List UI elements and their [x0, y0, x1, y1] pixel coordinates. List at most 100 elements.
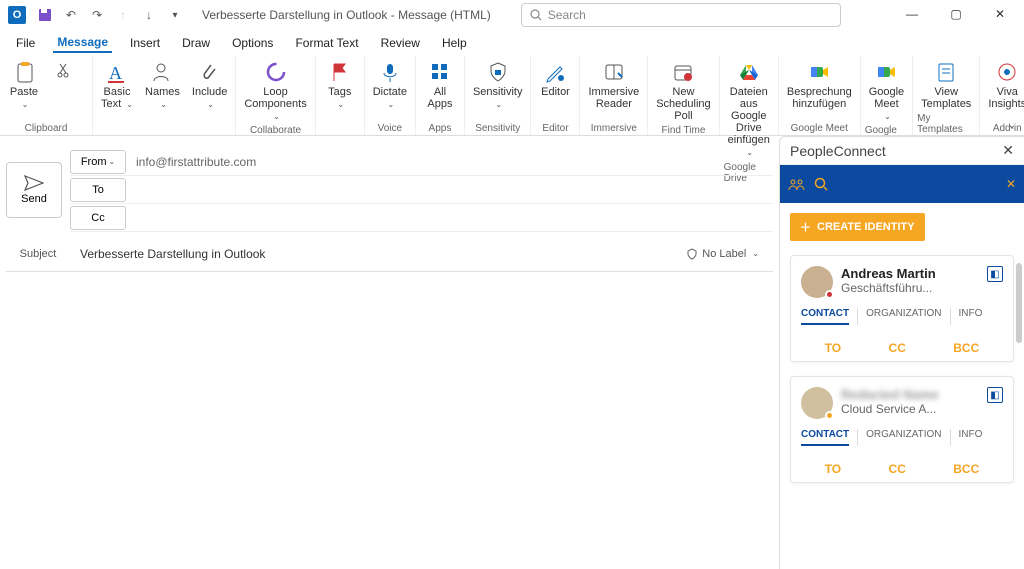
- ribbon-include-button[interactable]: Include ⌄: [188, 58, 231, 112]
- qat-overflow-icon[interactable]: ▾: [166, 6, 184, 24]
- panel-close-icon[interactable]: ✕: [1002, 142, 1014, 159]
- ribbon-group-collaborate: LoopComponents ⌄Collaborate: [236, 56, 315, 135]
- ribbon-group-find-time: NewScheduling PollFind Time: [648, 56, 719, 135]
- card-actions: TO CC BCC: [801, 335, 1003, 355]
- presence-icon: [825, 290, 834, 299]
- scrollbar[interactable]: [1016, 263, 1022, 343]
- quick-access-toolbar: ↶ ↷ ↑ ↓ ▾: [36, 6, 184, 24]
- close-button[interactable]: ✕: [978, 0, 1022, 28]
- ribbon-button-label: GoogleMeet ⌄: [869, 86, 904, 122]
- ribbon-group-label: Clipboard: [25, 122, 68, 135]
- mic-icon: [378, 60, 402, 84]
- ribbon-button-label: Names ⌄: [145, 86, 180, 110]
- ribbon-google-button[interactable]: GoogleMeet ⌄: [865, 58, 908, 124]
- card-tab-info[interactable]: INFO: [959, 308, 983, 325]
- contact-name: Andreas Martin: [841, 266, 936, 281]
- ribbon-viva-button[interactable]: VivaInsights: [984, 58, 1024, 112]
- ribbon-view-button[interactable]: ViewTemplates: [917, 58, 975, 112]
- menu-review[interactable]: Review: [377, 34, 424, 52]
- ribbon-new-button[interactable]: NewScheduling Poll: [652, 58, 714, 124]
- gmeet-icon: [874, 60, 898, 84]
- ribbon-immersive-button[interactable]: ImmersiveReader: [584, 58, 643, 112]
- ribbon-group-label: Apps: [429, 122, 452, 135]
- card-action-cc[interactable]: CC: [889, 341, 906, 355]
- cc-button[interactable]: Cc: [70, 206, 126, 230]
- flag-icon: [328, 60, 352, 84]
- ribbon-group-apps: AllApps Apps: [416, 56, 465, 135]
- cut-copy-icon: [56, 60, 80, 84]
- card-tab-organization[interactable]: ORGANIZATION: [866, 308, 941, 325]
- menu-message[interactable]: Message: [53, 33, 112, 53]
- ribbon-paste-button[interactable]: Paste ⌄: [4, 58, 44, 112]
- text-icon: A: [105, 60, 129, 84]
- sensitivity-label-button[interactable]: No Label ⌄: [686, 248, 759, 260]
- card-action-to[interactable]: TO: [825, 341, 841, 355]
- from-button[interactable]: From⌄: [70, 150, 126, 174]
- card-action-cc[interactable]: CC: [889, 462, 906, 476]
- undo-icon[interactable]: ↶: [62, 6, 80, 24]
- contact-card: ◧Redacted NameCloud Service A...CONTACTO…: [790, 376, 1014, 483]
- clear-search-icon[interactable]: ✕: [1006, 177, 1016, 191]
- ribbon-button-label: Paste ⌄: [8, 86, 40, 110]
- ribbon-loop-button[interactable]: LoopComponents ⌄: [240, 58, 310, 124]
- menu-bar: File Message Insert Draw Options Format Text R…: [0, 30, 1024, 56]
- ribbon-collapse-icon[interactable]: ⌄: [1008, 120, 1016, 131]
- search-icon: [814, 177, 828, 191]
- send-button[interactable]: Send: [6, 162, 62, 218]
- menu-insert[interactable]: Insert: [126, 34, 164, 52]
- ribbon-tags-button[interactable]: Tags ⌄: [320, 58, 360, 112]
- minimize-button[interactable]: —: [890, 0, 934, 28]
- avatar: [801, 387, 833, 419]
- ribbon-button-label: VivaInsights: [988, 86, 1024, 110]
- ribbon-button-label: ViewTemplates: [921, 86, 971, 110]
- card-badge-icon[interactable]: ◧: [987, 266, 1003, 282]
- menu-draw[interactable]: Draw: [178, 34, 214, 52]
- ribbon-group-label: Immersive: [591, 122, 637, 135]
- sensitivity-icon: [486, 60, 510, 84]
- gdrive-icon: [737, 60, 761, 84]
- ribbon-basic-button[interactable]: ABasicText ⌄: [97, 58, 137, 112]
- window-title: Verbesserte Darstellung in Outlook - Mes…: [202, 8, 491, 22]
- ribbon-editor-button[interactable]: Editor: [535, 58, 575, 100]
- peopleconnect-search-input[interactable]: [814, 172, 998, 196]
- ribbon-button-label: Tags ⌄: [324, 86, 356, 110]
- ribbon-sensitivity-button[interactable]: Sensitivity ⌄: [469, 58, 527, 112]
- ribbon-all-button[interactable]: AllApps: [420, 58, 460, 112]
- ribbon-cut-copy-button[interactable]: [48, 58, 88, 86]
- subject-field[interactable]: Verbesserte Darstellung in Outlook: [80, 247, 773, 261]
- card-tab-contact[interactable]: CONTACT: [801, 429, 849, 446]
- ribbon-button-label: Besprechunghinzufügen: [787, 86, 852, 110]
- menu-file[interactable]: File: [12, 34, 39, 52]
- reader-icon: [602, 60, 626, 84]
- title-bar: O ↶ ↷ ↑ ↓ ▾ Verbesserte Darstellung in O…: [0, 0, 1024, 30]
- compose-area: Send From⌄ info@firstattribute.com To Cc…: [0, 136, 779, 569]
- ribbon-besprechung-button[interactable]: Besprechunghinzufügen: [783, 58, 856, 112]
- card-tab-contact[interactable]: CONTACT: [801, 308, 849, 325]
- menu-help[interactable]: Help: [438, 34, 471, 52]
- card-action-bcc[interactable]: BCC: [953, 462, 979, 476]
- maximize-button[interactable]: ▢: [934, 0, 978, 28]
- loop-icon: [264, 60, 288, 84]
- to-button[interactable]: To: [70, 178, 126, 202]
- card-action-to[interactable]: TO: [825, 462, 841, 476]
- contact-subtitle: Geschäftsführu...: [841, 281, 936, 295]
- ribbon-names-button[interactable]: Names ⌄: [141, 58, 184, 112]
- down-icon[interactable]: ↓: [140, 6, 158, 24]
- up-icon[interactable]: ↑: [114, 6, 132, 24]
- search-input[interactable]: Search: [521, 3, 841, 27]
- avatar: [801, 266, 833, 298]
- ribbon-dictate-button[interactable]: Dictate ⌄: [369, 58, 411, 112]
- menu-options[interactable]: Options: [228, 34, 277, 52]
- card-tab-info[interactable]: INFO: [959, 429, 983, 446]
- redo-icon[interactable]: ↷: [88, 6, 106, 24]
- card-badge-icon[interactable]: ◧: [987, 387, 1003, 403]
- create-identity-button[interactable]: ＋ CREATE IDENTITY: [790, 213, 925, 241]
- card-tab-organization[interactable]: ORGANIZATION: [866, 429, 941, 446]
- menu-format-text[interactable]: Format Text: [291, 34, 362, 52]
- ribbon-group-google-drive: Dateien aus GoogleDrive einfügen ⌄Google…: [720, 56, 779, 135]
- ribbon-button-label: Dictate ⌄: [373, 86, 407, 110]
- apps-icon: [428, 60, 452, 84]
- ribbon-button-label: LoopComponents ⌄: [244, 86, 306, 122]
- save-icon[interactable]: [36, 6, 54, 24]
- card-action-bcc[interactable]: BCC: [953, 341, 979, 355]
